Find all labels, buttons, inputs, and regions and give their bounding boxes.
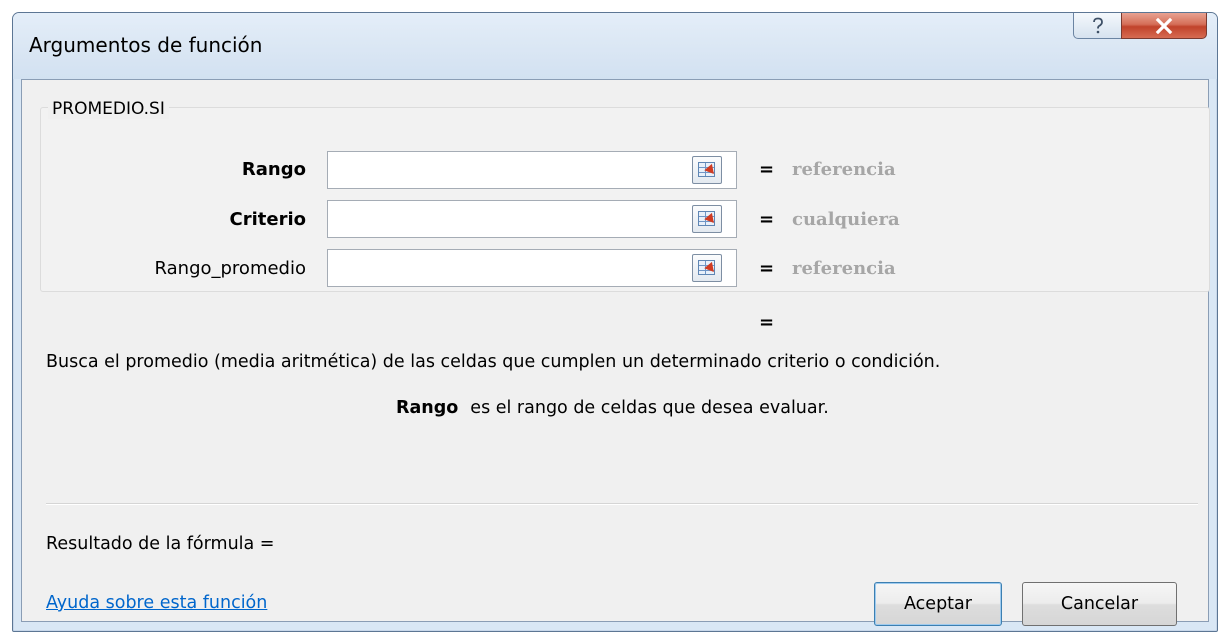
function-name-label: PROMEDIO.SI (48, 99, 169, 119)
collapse-dialog-button-rango-promedio[interactable] (692, 254, 722, 282)
divider (46, 503, 1198, 505)
arg-label-criterio: Criterio (229, 209, 306, 230)
rango-promedio-input[interactable] (327, 249, 737, 287)
argument-help: Rango es el rango de celdas que desea eva… (396, 398, 829, 418)
formula-result-label: Resultado de la fórmula = (46, 534, 275, 554)
question-mark-icon (1092, 17, 1103, 33)
arg-result-criterio: cualquiera (792, 209, 900, 230)
collapse-dialog-button-criterio[interactable] (692, 205, 722, 233)
help-button[interactable] (1073, 13, 1122, 39)
dialog-body: PROMEDIO.SI Rango = referencia Criterio … (21, 79, 1210, 626)
arg-result-rango: referencia (792, 159, 896, 180)
equals-sign: = (759, 159, 775, 180)
equals-sign: = (759, 209, 775, 230)
argument-help-name: Rango (396, 398, 459, 418)
rango-input[interactable] (327, 151, 737, 189)
function-result-equals: = (759, 312, 775, 333)
dialog-title: Argumentos de función (29, 33, 263, 57)
close-button[interactable] (1121, 13, 1207, 39)
title-bar[interactable]: Argumentos de función (13, 13, 1217, 79)
arg-label-rango-promedio: Rango_promedio (154, 258, 306, 279)
close-x-icon (1155, 17, 1173, 34)
dialog-window: Argumentos de función PROMEDIO.SI Rango … (12, 12, 1218, 632)
argument-help-text: es el rango de celdas que desea evaluar. (470, 398, 829, 418)
function-help-link[interactable]: Ayuda sobre esta función (46, 593, 267, 613)
function-description: Busca el promedio (media aritmética) de … (46, 352, 941, 372)
cancel-button[interactable]: Cancelar (1022, 582, 1177, 626)
collapse-dialog-button-rango[interactable] (692, 156, 722, 184)
equals-sign: = (759, 258, 775, 279)
ok-button[interactable]: Aceptar (874, 582, 1002, 626)
arg-result-rango-promedio: referencia (792, 258, 896, 279)
arg-label-rango: Rango (241, 159, 306, 180)
criterio-input[interactable] (327, 200, 737, 238)
